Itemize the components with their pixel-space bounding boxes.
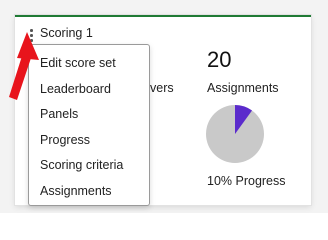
menu-item-assignments[interactable]: Assignments — [29, 179, 149, 205]
menu-item-edit-score-set[interactable]: Edit score set — [29, 51, 149, 77]
options-menu: Edit score set Leaderboard Panels Progre… — [28, 44, 150, 206]
more-options-icon[interactable] — [27, 27, 35, 43]
assignments-label: Assignments — [207, 81, 279, 95]
menu-item-scoring-criteria[interactable]: Scoring criteria — [29, 153, 149, 179]
progress-pie-chart — [206, 105, 264, 163]
progress-label: 10% Progress — [207, 174, 286, 188]
stage: Scoring 1 vers 20 Assignments 10% Progre… — [0, 0, 328, 213]
menu-item-panels[interactable]: Panels — [29, 102, 149, 128]
left-stat-label: vers — [150, 81, 174, 95]
menu-item-leaderboard[interactable]: Leaderboard — [29, 77, 149, 103]
menu-item-progress[interactable]: Progress — [29, 128, 149, 154]
card-title: Scoring 1 — [40, 26, 93, 40]
assignments-count: 20 — [207, 47, 232, 72]
